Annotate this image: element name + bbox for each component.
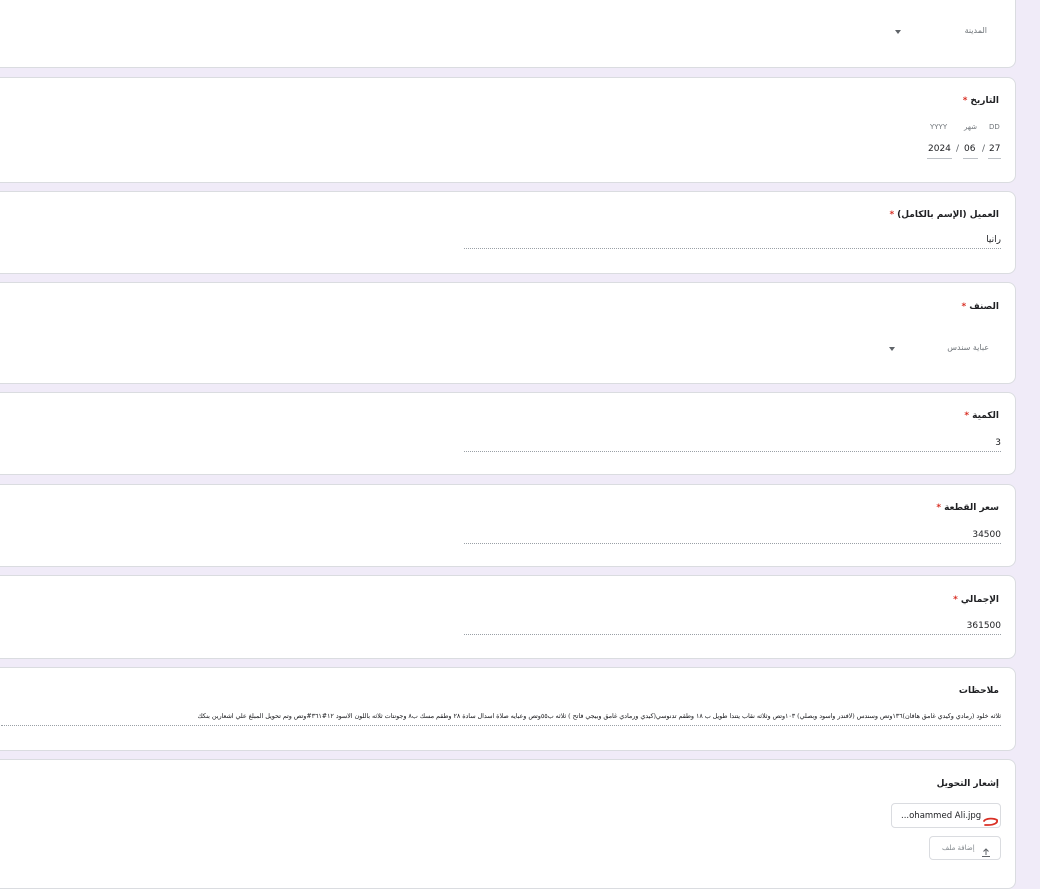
add-file-label: إضافة ملف <box>942 844 975 852</box>
category-title: الصنف* <box>961 302 999 312</box>
required-asterisk: * <box>889 210 895 220</box>
required-asterisk: * <box>962 96 968 106</box>
required-asterisk: * <box>961 302 967 312</box>
date-day-input[interactable]: 27 <box>989 144 1000 154</box>
date-month-input[interactable]: 06 <box>964 144 975 154</box>
chevron-down-icon <box>895 30 901 34</box>
upload-icon <box>981 843 991 862</box>
notes-input[interactable]: ثلاثه خلود (رمادي وكيدي غامق هافان)١٣٦وت… <box>1 710 1001 726</box>
client-name-input[interactable]: رانيا <box>464 233 1001 249</box>
required-asterisk: * <box>936 503 942 513</box>
category-selected-value: عباية سندس <box>947 343 989 352</box>
date-year-underline <box>927 158 952 159</box>
required-asterisk: * <box>964 411 970 421</box>
total-input[interactable]: 361500 <box>464 619 1001 635</box>
quantity-card: الكمية* 3 <box>0 392 1016 475</box>
notes-card: ملاحظات ثلاثه خلود (رمادي وكيدي غامق هاف… <box>0 667 1016 751</box>
transfer-title: إشعار التحويل <box>936 779 999 789</box>
notes-title: ملاحظات <box>958 686 999 696</box>
category-dropdown[interactable]: عباية سندس <box>881 339 1001 359</box>
chevron-down-icon <box>889 347 895 351</box>
quantity-input[interactable]: 3 <box>464 436 1001 452</box>
date-day-underline <box>988 158 1001 159</box>
date-title: التاريخ* <box>962 96 999 106</box>
date-card: التاريخ* DD شهر YYYY 2024 / 06 / 27 <box>0 77 1016 183</box>
required-asterisk: * <box>953 595 958 605</box>
file-name: ...ohammed Ali.jpg <box>901 811 982 821</box>
city-card: المدينة <box>0 0 1016 68</box>
date-separator: / <box>982 144 986 154</box>
month-caption: شهر <box>964 123 977 131</box>
uploaded-file-chip[interactable]: ...ohammed Ali.jpg <box>891 803 1001 828</box>
city-dropdown-label: المدينة <box>964 26 987 35</box>
date-separator: / <box>956 144 960 154</box>
year-caption: YYYY <box>930 123 948 131</box>
add-file-button[interactable]: إضافة ملف <box>929 836 1001 860</box>
total-title: الإجمالي* <box>953 595 999 605</box>
date-year-input[interactable]: 2024 <box>928 144 951 154</box>
category-card: الصنف* عباية سندس <box>0 282 1016 384</box>
day-caption: DD <box>989 123 1000 131</box>
notes-text: ثلاثه خلود (رمادي وكيدي غامق هافان)١٣٦وت… <box>197 713 1001 720</box>
file-icon <box>982 812 1000 831</box>
client-title: العميل (الإسم بالكامل)* <box>889 210 999 220</box>
transfer-card: إشعار التحويل ...ohammed Ali.jpg إضافة م… <box>0 759 1016 889</box>
quantity-title: الكمية* <box>964 411 999 421</box>
unit-price-title: سعر القطعة* <box>936 503 999 513</box>
unit-price-input[interactable]: 34500 <box>464 528 1001 544</box>
unit-price-card: سعر القطعة* 34500 <box>0 484 1016 567</box>
total-card: الإجمالي* 361500 <box>0 575 1016 659</box>
city-dropdown[interactable]: المدينة <box>881 22 999 42</box>
date-month-underline <box>963 158 978 159</box>
client-card: العميل (الإسم بالكامل)* رانيا <box>0 191 1016 274</box>
